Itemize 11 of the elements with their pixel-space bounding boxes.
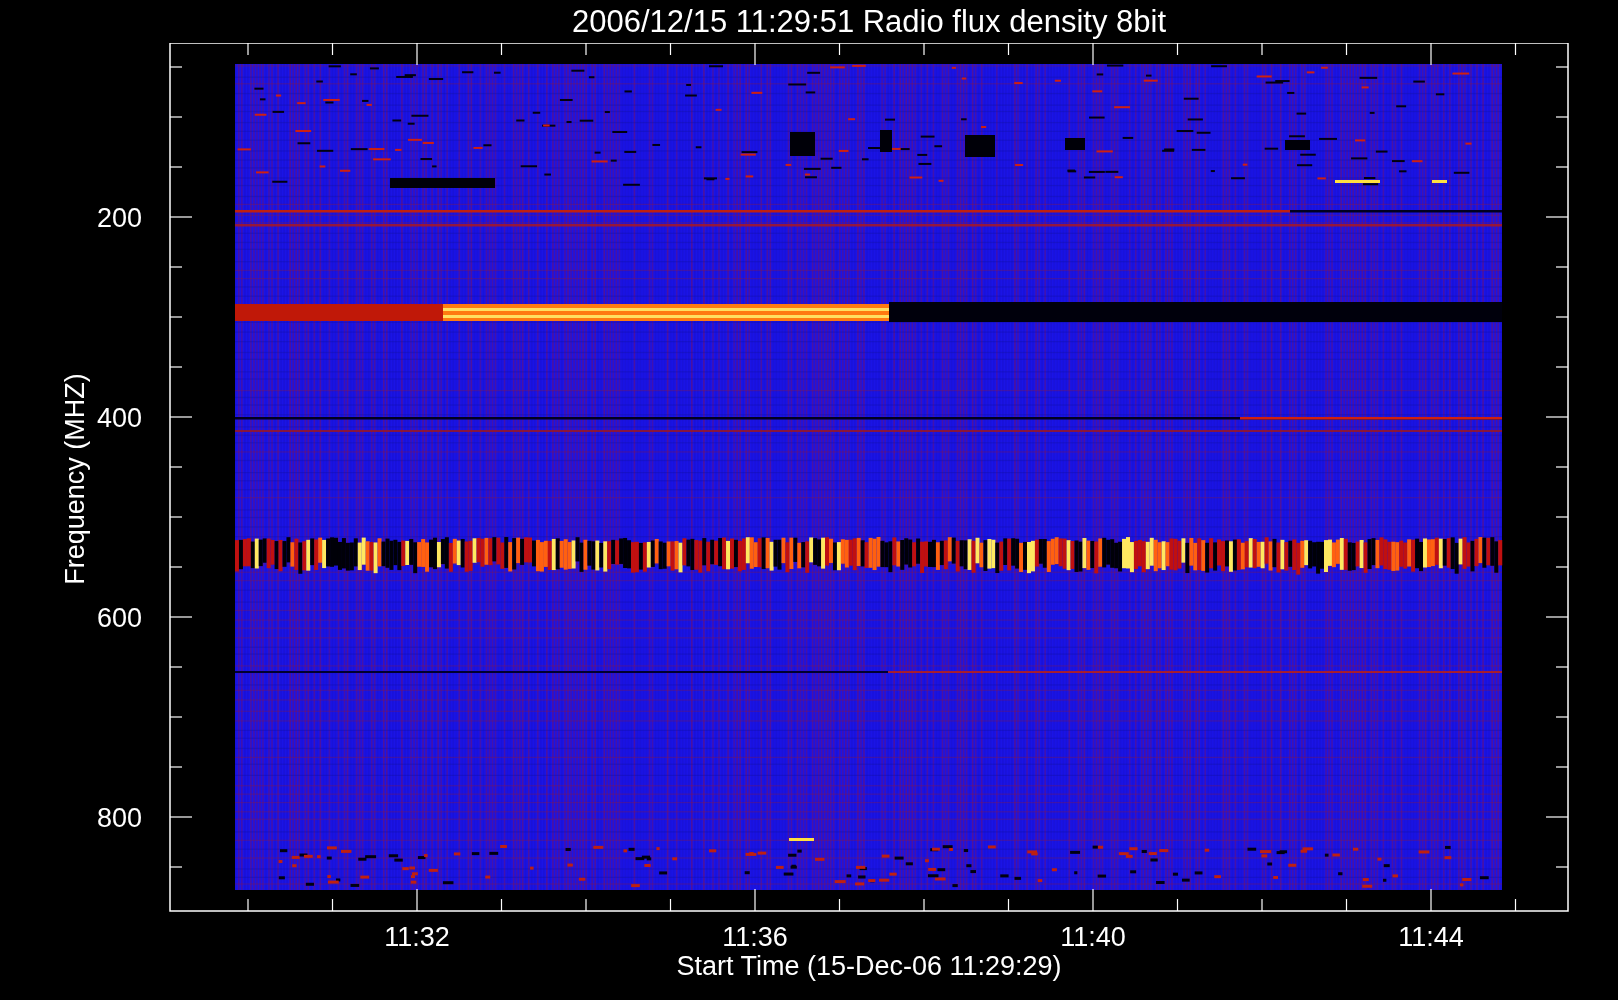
x-tick-label: 11:32 (384, 922, 450, 952)
x-axis-label: Start Time (15-Dec-06 11:29:29) (676, 951, 1062, 981)
x-tick-label: 11:40 (1060, 922, 1126, 952)
y-tick-label: 800 (96, 803, 142, 833)
y-tick-label: 600 (96, 603, 142, 633)
y-tick-label: 200 (96, 203, 142, 233)
x-tick-label: 11:36 (722, 922, 788, 952)
y-axis-label: Frequency (MHZ) (60, 373, 90, 585)
y-tick-label: 400 (96, 403, 142, 433)
chart-title: 2006/12/15 11:29:51 Radio flux density 8bit (572, 6, 1166, 37)
x-tick-label: 11:44 (1398, 922, 1464, 952)
